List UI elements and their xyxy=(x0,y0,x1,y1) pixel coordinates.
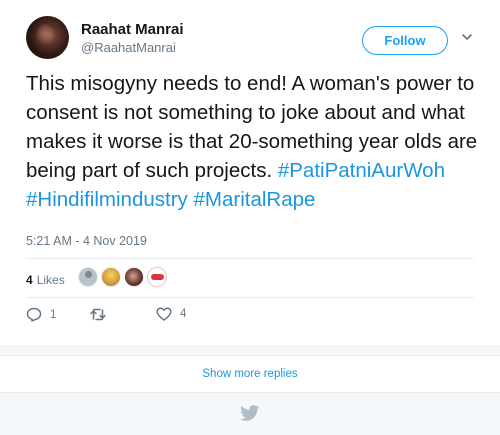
reply-button[interactable]: 1 xyxy=(26,307,56,322)
like-count: 4 xyxy=(180,308,187,320)
liker-avatars xyxy=(78,267,170,287)
reply-icon xyxy=(26,307,42,322)
liker-avatar[interactable] xyxy=(78,267,98,287)
tweet-card: Raahat Manrai @RaahatManrai Follow This … xyxy=(0,0,500,346)
likes-count: 4 xyxy=(26,273,33,287)
hashtag-link[interactable]: #MaritalRape xyxy=(193,188,315,211)
user-handle[interactable]: @RaahatManrai xyxy=(81,40,176,55)
hashtag-link[interactable]: #Hindifilmindustry xyxy=(26,188,188,211)
twitter-bird-icon xyxy=(240,405,260,421)
hashtag-link[interactable]: #PatiPatniAurWoh xyxy=(278,159,445,182)
tweet-timestamp[interactable]: 5:21 AM - 4 Nov 2019 xyxy=(26,234,147,248)
liker-avatar[interactable] xyxy=(147,267,167,287)
heart-icon xyxy=(156,307,172,321)
retweet-button[interactable] xyxy=(90,308,106,321)
liker-avatar[interactable] xyxy=(101,267,121,287)
avatar[interactable] xyxy=(26,16,69,59)
retweet-icon xyxy=(90,308,106,321)
follow-button[interactable]: Follow xyxy=(362,26,448,55)
likes-label: Likes xyxy=(36,273,65,287)
divider xyxy=(26,258,474,259)
reply-count: 1 xyxy=(50,308,57,321)
replies-footer: Show more replies xyxy=(0,346,500,435)
show-more-replies-link[interactable]: Show more replies xyxy=(0,355,500,393)
like-button[interactable]: 4 xyxy=(156,307,186,321)
chevron-down-icon[interactable] xyxy=(460,30,474,44)
likes-summary[interactable]: 4 Likes xyxy=(26,270,65,290)
display-name[interactable]: Raahat Manrai xyxy=(81,21,184,38)
divider xyxy=(26,297,474,298)
tweet-text: This misogyny needs to end! A woman's po… xyxy=(26,69,486,214)
liker-avatar[interactable] xyxy=(124,267,144,287)
